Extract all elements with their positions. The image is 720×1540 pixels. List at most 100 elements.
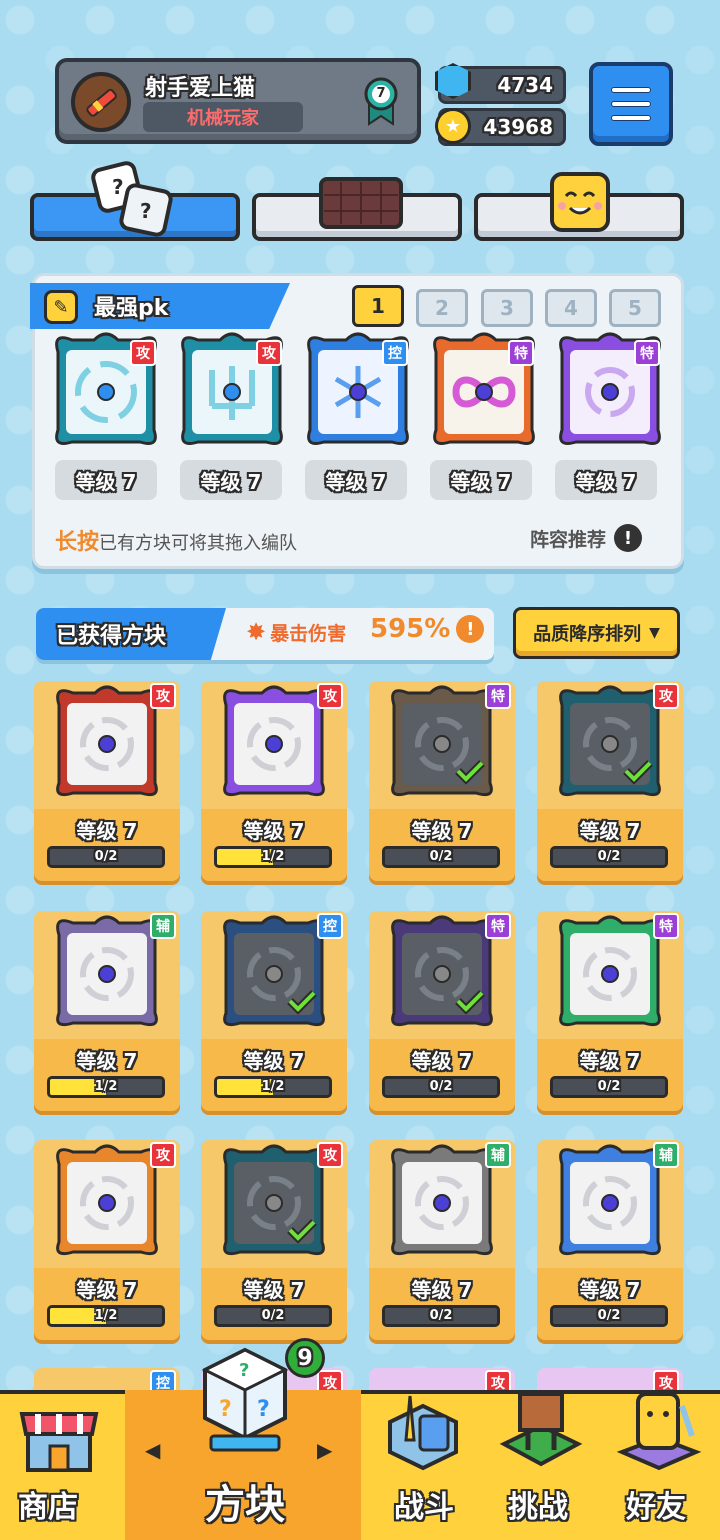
block-progress-bar: 0/2 bbox=[550, 1305, 668, 1327]
block-progress-bar: 0/2 bbox=[382, 1076, 500, 1098]
crescent-block-icon bbox=[559, 1144, 661, 1256]
lineup-slot[interactable]: 特 bbox=[428, 330, 540, 450]
mystery-cube-icon: ? ? ? bbox=[201, 1347, 289, 1452]
chevron-right-icon[interactable]: ▶ bbox=[317, 1438, 332, 1462]
block-type-tag: 辅 bbox=[653, 1142, 679, 1168]
sort-button[interactable]: 品质降序排列 ▼ bbox=[513, 607, 680, 659]
player-name: 射手爱上猫 bbox=[145, 76, 256, 101]
obtained-title-bar: 已获得方块 bbox=[36, 608, 226, 660]
crit-damage-value[interactable]: 595% ! bbox=[370, 614, 485, 644]
chocolate-icon bbox=[319, 177, 403, 229]
sun-block-icon bbox=[56, 685, 158, 797]
info-icon: ! bbox=[456, 615, 485, 643]
battle-icon bbox=[388, 1395, 458, 1471]
block-type-tag: 辅 bbox=[150, 913, 176, 939]
coin-amount: 43968 bbox=[483, 115, 553, 139]
block-card[interactable]: 攻等级 7 1/2 bbox=[34, 1140, 180, 1340]
lineup-page-tab[interactable]: 2 bbox=[416, 289, 468, 327]
lineup-page-tab[interactable]: 3 bbox=[481, 289, 533, 327]
crit-value-text: 595% bbox=[370, 614, 451, 644]
crit-label-text: 暴击伤害 bbox=[270, 622, 347, 645]
hint-text: 已有方块可将其拖入编队 bbox=[99, 533, 298, 554]
block-card[interactable]: 辅等级 7 0/2 bbox=[369, 1140, 515, 1340]
pistol-block-icon bbox=[56, 1144, 158, 1256]
block-level: 等级 7 bbox=[243, 1049, 305, 1073]
hint-highlight: 长按 bbox=[55, 530, 100, 555]
progress-text: 1/2 bbox=[94, 1308, 118, 1323]
nav-shop-label: 商店 bbox=[18, 1490, 78, 1525]
slot-level: 等级 7 bbox=[430, 460, 532, 500]
lineup-recommend-button[interactable]: 阵容推荐 ! bbox=[530, 524, 643, 552]
progress-text: 0/2 bbox=[261, 1308, 285, 1323]
nav-blocks[interactable]: ? ? ? 9 ◀ ▶ 方块 bbox=[125, 1338, 361, 1540]
block-card[interactable]: 攻等级 7 1/2 bbox=[201, 681, 347, 881]
block-type-tag: 辅 bbox=[485, 1142, 511, 1168]
orbit-block-icon bbox=[223, 685, 325, 797]
block-level: 等级 7 bbox=[411, 819, 473, 843]
block-card[interactable]: 攻等级 7 0/2 bbox=[34, 681, 180, 881]
block-card[interactable]: 攻等级 7 0/2 bbox=[201, 1140, 347, 1340]
nav-battle[interactable]: 战斗 bbox=[362, 1394, 482, 1540]
block-card[interactable]: 控等级 7 1/2 bbox=[201, 911, 347, 1111]
nav-challenge-label: 挑战 bbox=[508, 1490, 568, 1525]
attack-tag: 攻 bbox=[130, 340, 156, 366]
lineup-page-tab[interactable]: 5 bbox=[609, 289, 661, 327]
slot-level: 等级 7 bbox=[305, 460, 407, 500]
svg-text:?: ? bbox=[112, 175, 124, 199]
progress-text: 0/2 bbox=[597, 1079, 621, 1094]
block-progress-bar: 0/2 bbox=[550, 1076, 668, 1098]
profile-card[interactable]: 射手爱上猫 机械玩家 7 bbox=[55, 58, 421, 144]
drag-hint: 长按已有方块可将其拖入编队 bbox=[55, 524, 297, 556]
attack-tag: 攻 bbox=[256, 340, 282, 366]
menu-button[interactable] bbox=[589, 62, 673, 146]
nav-blocks-label: 方块 bbox=[205, 1482, 285, 1528]
block-card[interactable]: 特等级 7 0/2 bbox=[369, 911, 515, 1111]
block-progress-bar: 1/2 bbox=[214, 1076, 332, 1098]
block-card[interactable]: 特等级 7 0/2 bbox=[369, 681, 515, 881]
clock-block-icon bbox=[391, 1144, 493, 1256]
lineup-slot[interactable]: 控 bbox=[302, 330, 414, 450]
infinity-block-icon bbox=[391, 685, 493, 797]
slot-level: 等级 7 bbox=[55, 460, 157, 500]
burst-icon: ✸ bbox=[246, 618, 267, 646]
block-type-tag: 控 bbox=[317, 913, 343, 939]
lineup-slot[interactable]: 攻 bbox=[176, 330, 288, 450]
block-card[interactable]: 辅等级 7 1/2 bbox=[34, 911, 180, 1111]
nav-shop[interactable]: 商店 bbox=[0, 1394, 124, 1540]
nav-challenge[interactable]: 挑战 bbox=[482, 1392, 600, 1540]
block-card[interactable]: 攻等级 7 0/2 bbox=[537, 681, 683, 881]
pencil-icon[interactable]: ✎ bbox=[44, 290, 78, 324]
progress-text: 0/2 bbox=[429, 849, 453, 864]
block-level: 等级 7 bbox=[76, 1049, 138, 1073]
nav-friends[interactable]: 好友 bbox=[600, 1392, 720, 1540]
block-level: 等级 7 bbox=[411, 1278, 473, 1302]
block-progress-bar: 0/2 bbox=[47, 846, 165, 868]
lineup-page-tab[interactable]: 4 bbox=[545, 289, 597, 327]
block-type-tag: 攻 bbox=[317, 683, 343, 709]
block-type-tag: 攻 bbox=[317, 1142, 343, 1168]
dropdown-arrow-icon: ▼ bbox=[649, 625, 660, 641]
block-progress-bar: 1/2 bbox=[47, 1305, 165, 1327]
rank-badge-icon[interactable] bbox=[363, 76, 399, 126]
obtained-title: 已获得方块 bbox=[56, 624, 167, 649]
lineup-title: 最强pk bbox=[94, 296, 169, 321]
friends-icon bbox=[616, 1392, 702, 1471]
svg-text:?: ? bbox=[140, 199, 152, 223]
new-blocks-count: 9 bbox=[297, 1345, 313, 1371]
lineup-slot[interactable]: 特 bbox=[554, 330, 666, 450]
new-blocks-badge: 9 bbox=[285, 1338, 325, 1378]
block-level: 等级 7 bbox=[243, 1278, 305, 1302]
avatar bbox=[71, 72, 131, 132]
block-type-tag: 特 bbox=[653, 913, 679, 939]
shop-icon bbox=[19, 1412, 99, 1472]
block-card[interactable]: 辅等级 7 0/2 bbox=[537, 1140, 683, 1340]
block-card[interactable]: 特等级 7 0/2 bbox=[537, 911, 683, 1111]
block-level: 等级 7 bbox=[243, 819, 305, 843]
chevron-left-icon[interactable]: ◀ bbox=[145, 1438, 160, 1462]
lineup-slot[interactable]: 攻 bbox=[50, 330, 162, 450]
lineup-page-tab[interactable]: 1 bbox=[352, 285, 404, 327]
svg-text:?: ? bbox=[219, 1397, 232, 1422]
block-level: 等级 7 bbox=[76, 819, 138, 843]
sort-label: 品质降序排列 bbox=[533, 624, 642, 645]
coin-icon: ★ bbox=[435, 108, 471, 144]
